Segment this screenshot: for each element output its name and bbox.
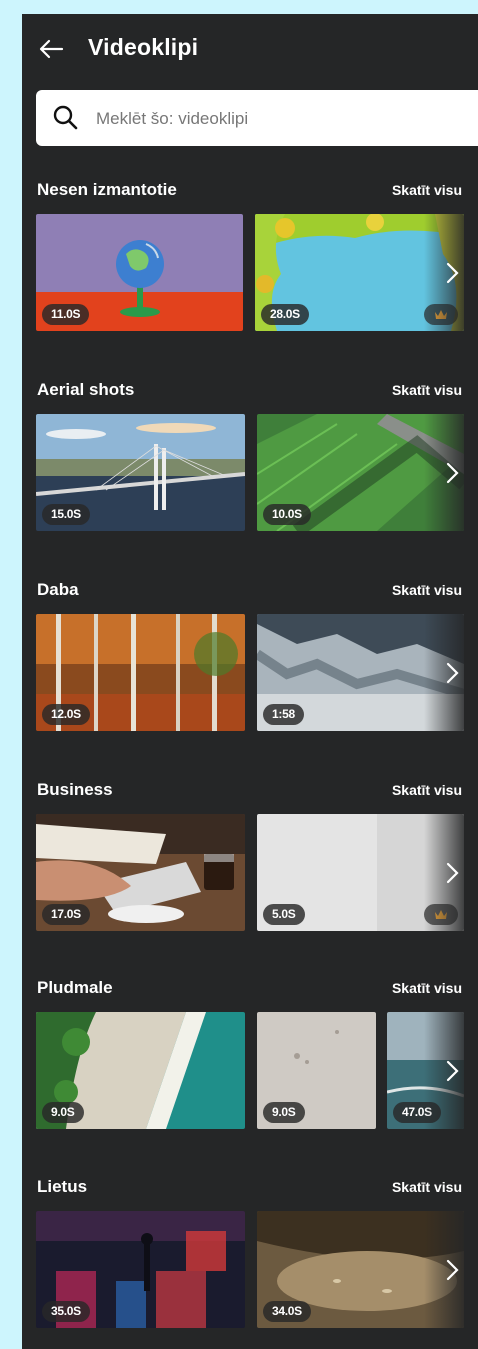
see-all-link[interactable]: Skatīt visu: [392, 182, 462, 198]
section-title: Daba: [37, 580, 79, 599]
section-title: Nesen izmantotie: [37, 180, 177, 199]
duration-badge: 15.0S: [42, 504, 90, 525]
video-thumbnail[interactable]: 35.0S: [36, 1211, 245, 1328]
chevron-right-icon[interactable]: [442, 858, 464, 888]
video-thumbnail[interactable]: 9.0S: [257, 1012, 376, 1129]
section-lietus: Lietus Skatīt visu 35.0S 34.0S: [22, 1177, 478, 1349]
video-thumbnail[interactable]: 1:58: [257, 614, 464, 731]
see-all-link[interactable]: Skatīt visu: [392, 1179, 462, 1195]
chevron-right-icon[interactable]: [442, 458, 464, 488]
video-thumbnail[interactable]: 47.0S: [387, 1012, 464, 1129]
video-row: 9.0S 9.0S 47.0S: [36, 1012, 464, 1129]
video-thumbnail[interactable]: 28.0S: [255, 214, 464, 331]
crown-icon: [435, 910, 447, 919]
duration-badge: 47.0S: [393, 1102, 441, 1123]
arrow-left-icon[interactable]: [38, 38, 64, 60]
video-thumbnail[interactable]: 34.0S: [257, 1211, 464, 1328]
panel-header: Videoklipi: [22, 14, 478, 80]
video-row: 35.0S 34.0S: [36, 1211, 464, 1328]
search-bar[interactable]: [36, 90, 478, 146]
chevron-right-icon[interactable]: [442, 658, 464, 688]
duration-badge: 35.0S: [42, 1301, 90, 1322]
see-all-link[interactable]: Skatīt visu: [392, 382, 462, 398]
duration-badge: 11.0S: [42, 304, 90, 325]
section-title: Business: [37, 780, 113, 799]
video-thumbnail[interactable]: 12.0S: [36, 614, 245, 731]
section-business: Business Skatīt visu 17.0S 5.0S: [22, 780, 478, 960]
video-thumbnail[interactable]: 5.0S: [257, 814, 464, 931]
video-row: 17.0S 5.0S: [36, 814, 464, 931]
see-all-link[interactable]: Skatīt visu: [392, 782, 462, 798]
video-row: 15.0S 10.0S: [36, 414, 464, 531]
video-thumbnail[interactable]: 9.0S: [36, 1012, 245, 1129]
chevron-right-icon[interactable]: [442, 1255, 464, 1285]
section-daba: Daba Skatīt visu 12.0S 1:58: [22, 580, 478, 760]
video-row: 12.0S 1:58: [36, 614, 464, 731]
duration-badge: 5.0S: [263, 904, 305, 925]
section-pludmale: Pludmale Skatīt visu 9.0S 9.0S 47.0S: [22, 978, 478, 1158]
see-all-link[interactable]: Skatīt visu: [392, 582, 462, 598]
duration-badge: 17.0S: [42, 904, 90, 925]
see-all-link[interactable]: Skatīt visu: [392, 980, 462, 996]
video-row: 11.0S 28.0S: [36, 214, 464, 331]
search-input[interactable]: [94, 104, 478, 134]
chevron-right-icon[interactable]: [442, 1056, 464, 1086]
duration-badge: 1:58: [263, 704, 304, 725]
video-thumbnail[interactable]: 17.0S: [36, 814, 245, 931]
section-title: Lietus: [37, 1177, 88, 1196]
videoklipi-panel: Videoklipi Nesen izmantotie Skatīt visu: [22, 14, 478, 1349]
video-thumbnail[interactable]: 10.0S: [257, 414, 464, 531]
chevron-right-icon[interactable]: [442, 258, 464, 288]
section-title: Pludmale: [37, 978, 113, 997]
duration-badge: 10.0S: [263, 504, 311, 525]
video-thumbnail[interactable]: 15.0S: [36, 414, 245, 531]
premium-badge: [424, 904, 458, 925]
duration-badge: 34.0S: [263, 1301, 311, 1322]
section-aerial-shots: Aerial shots Skatīt visu 15.0S 10.0S: [22, 380, 478, 560]
page-title: Videoklipi: [88, 34, 199, 60]
premium-badge: [424, 304, 458, 325]
section-recently-used: Nesen izmantotie Skatīt visu 11.0S 28.0S: [22, 180, 478, 360]
crown-icon: [435, 310, 447, 319]
search-icon: [53, 105, 78, 130]
video-thumbnail[interactable]: 11.0S: [36, 214, 243, 331]
duration-badge: 12.0S: [42, 704, 90, 725]
duration-badge: 9.0S: [263, 1102, 305, 1123]
duration-badge: 9.0S: [42, 1102, 84, 1123]
duration-badge: 28.0S: [261, 304, 309, 325]
section-title: Aerial shots: [37, 380, 135, 399]
